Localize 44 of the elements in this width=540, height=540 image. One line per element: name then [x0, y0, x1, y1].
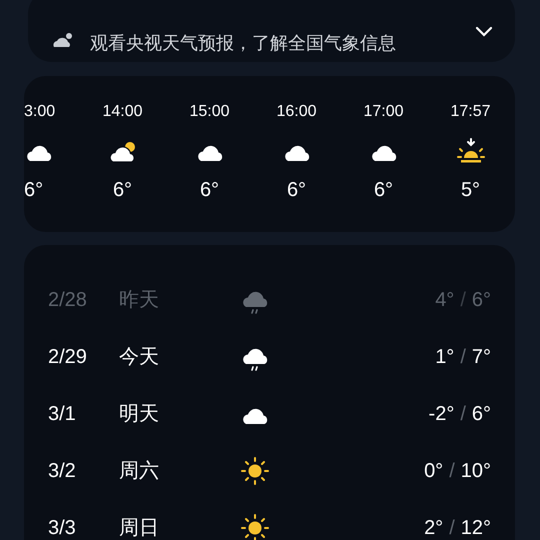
sun-icon	[240, 512, 270, 540]
temperature-separator: /	[460, 344, 466, 370]
date-label: 2/28	[48, 288, 88, 312]
date-label: 3/1	[48, 402, 77, 426]
low-temperature: 0°	[424, 458, 444, 484]
day-label: 昨天	[119, 288, 160, 312]
high-temperature: 6°	[472, 402, 491, 426]
hour-temperature: 6°	[286, 178, 306, 202]
high-temperature: 7°	[472, 344, 491, 370]
day-label: 周六	[119, 458, 160, 484]
date-label: 3/2	[48, 458, 77, 484]
date-label: 2/29	[48, 344, 88, 370]
hour-label: 17:00	[363, 102, 404, 122]
temperature-separator: /	[460, 288, 466, 312]
high-temperature: 10°	[460, 458, 491, 484]
temperature-separator: /	[449, 458, 455, 484]
sun-icon	[240, 456, 270, 486]
temperature-separator: /	[460, 402, 466, 426]
day-label: 明天	[119, 402, 160, 426]
low-temperature: -2°	[428, 402, 454, 426]
hour-label: 15:00	[189, 102, 230, 122]
high-temperature: 6°	[472, 288, 491, 312]
hour-temperature: 6°	[200, 178, 220, 202]
banner-card[interactable]: 观看央视天气预报，了解全国气象信息	[28, 0, 515, 62]
high-temperature: 12°	[460, 516, 491, 540]
hour-label: 3:00	[24, 102, 56, 122]
chevron-down-icon[interactable]	[475, 26, 493, 38]
low-temperature: 1°	[435, 344, 454, 370]
day-label: 今天	[119, 344, 160, 370]
hour-label: 16:00	[276, 102, 317, 122]
hour-label: 14:00	[102, 102, 143, 122]
banner-text[interactable]: 观看央视天气预报，了解全国气象信息	[90, 34, 396, 52]
hour-label: 17:57	[450, 102, 491, 122]
hour-temperature: 5°	[460, 178, 480, 202]
hour-temperature: 6°	[374, 178, 394, 202]
sun-cloud-icon	[108, 139, 138, 163]
sunset-icon	[456, 138, 486, 164]
temperature-separator: /	[449, 516, 455, 540]
low-temperature: 2°	[424, 516, 444, 540]
low-temperature: 4°	[435, 288, 454, 312]
hour-temperature: 6°	[24, 178, 44, 202]
date-label: 3/3	[48, 516, 77, 540]
hour-temperature: 6°	[112, 178, 132, 202]
day-label: 周日	[119, 516, 160, 540]
